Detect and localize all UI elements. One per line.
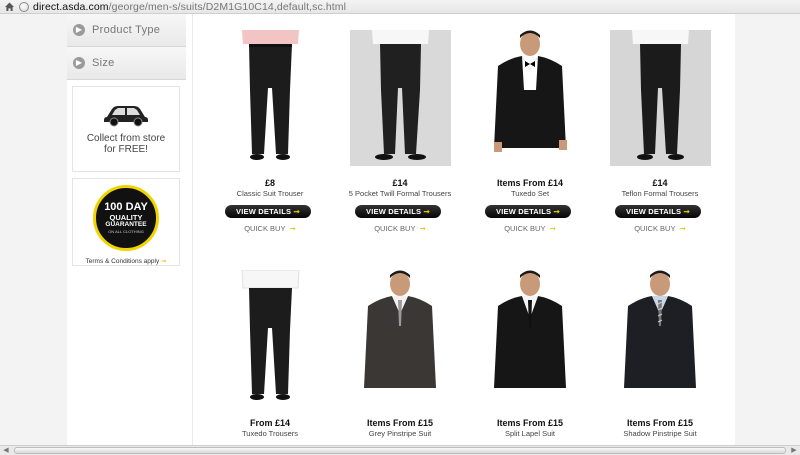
filter-label: Size <box>92 57 115 69</box>
quick-buy-link[interactable]: QUICK BUY ➞ <box>215 224 325 233</box>
product-image[interactable] <box>610 30 711 166</box>
quick-buy-label: QUICK BUY <box>634 224 676 233</box>
left-gutter <box>0 14 67 445</box>
quick-buy-label: QUICK BUY <box>374 224 416 233</box>
url-host: direct.asda.com <box>33 0 109 13</box>
arrow-right-icon: ➞ <box>293 207 300 216</box>
product-name[interactable]: Classic Suit Trouser <box>215 189 325 198</box>
url-path: /george/men-s/suits/D2M1G10C14,default,s… <box>108 0 347 13</box>
product-name[interactable]: Grey Pinstripe Suit <box>345 429 455 438</box>
product-price: Items From £14 <box>496 178 564 188</box>
product-price: From £14 <box>249 418 291 428</box>
arrow-right-icon: ➞ <box>289 224 296 233</box>
view-details-label: VIEW DETAILS <box>496 207 552 216</box>
arrow-right-icon: ➞ <box>683 207 690 216</box>
filter-product-type[interactable]: ▶ Product Type <box>67 14 186 47</box>
product-price: £14 <box>392 178 408 188</box>
product-image[interactable] <box>350 270 451 406</box>
product-name[interactable]: Split Lapel Suit <box>475 429 585 438</box>
address-bar[interactable]: direct.asda.com/george/men-s/suits/D2M1G… <box>0 0 800 14</box>
product-name[interactable]: Shadow Pinstripe Suit <box>605 429 715 438</box>
scrollbar-thumb[interactable] <box>14 447 786 454</box>
arrow-right-icon: ➞ <box>679 224 686 233</box>
view-details-label: VIEW DETAILS <box>366 207 422 216</box>
arrow-right-icon: ➞ <box>419 224 426 233</box>
arrow-right-icon: ▶ <box>73 57 85 69</box>
collect-from-store-banner[interactable]: Collect from store for FREE! <box>72 86 180 172</box>
home-icon[interactable] <box>3 1 15 13</box>
quick-buy-link[interactable]: QUICK BUY ➞ <box>475 224 585 233</box>
terms-link[interactable]: Terms & Conditions apply ➞ <box>86 257 167 265</box>
terms-text: Terms & Conditions apply <box>85 258 160 265</box>
view-details-label: VIEW DETAILS <box>626 207 682 216</box>
product-image[interactable] <box>610 270 711 406</box>
arrow-right-icon: ➞ <box>423 207 430 216</box>
url-text[interactable]: direct.asda.com/george/men-s/suits/D2M1G… <box>33 1 346 13</box>
quick-buy-label: QUICK BUY <box>504 224 546 233</box>
horizontal-scrollbar[interactable]: ◀ ▶ <box>0 445 800 455</box>
product-name[interactable]: 5 Pocket Twill Formal Trousers <box>345 189 455 198</box>
collect-line1: Collect from store <box>86 133 166 144</box>
right-gutter <box>735 14 800 445</box>
product-image[interactable] <box>480 30 581 166</box>
quick-buy-link[interactable]: QUICK BUY ➞ <box>605 224 715 233</box>
product-image[interactable] <box>220 270 321 406</box>
arrow-right-icon: ➞ <box>161 258 167 265</box>
arrow-right-icon: ➞ <box>553 207 560 216</box>
view-details-label: VIEW DETAILS <box>236 207 292 216</box>
car-icon <box>104 106 148 127</box>
page-content: ▶ Product Type ▶ Size Collect from store… <box>0 14 800 445</box>
scroll-left-icon[interactable]: ◀ <box>1 447 11 455</box>
product-name[interactable]: Tuxedo Trousers <box>215 429 325 438</box>
arrow-right-icon: ▶ <box>73 24 85 36</box>
badge-line1: 100 DAY <box>104 201 148 213</box>
product-name[interactable]: Tuxedo Set <box>475 189 585 198</box>
product-price: Items From £15 <box>626 418 694 428</box>
product-name[interactable]: Teflon Formal Trousers <box>605 189 715 198</box>
quick-buy-link[interactable]: QUICK BUY ➞ <box>345 224 455 233</box>
filter-label: Product Type <box>92 24 161 36</box>
view-details-button[interactable]: VIEW DETAILS ➞ <box>485 205 571 218</box>
product-image[interactable] <box>220 30 321 166</box>
product-image[interactable] <box>350 30 451 166</box>
scroll-right-icon[interactable]: ▶ <box>789 447 799 455</box>
product-price: £8 <box>264 178 275 188</box>
badge-line3: GUARANTEE <box>105 220 147 228</box>
badge-line4: ON ALL CLOTHING <box>108 229 144 234</box>
globe-icon <box>19 1 29 12</box>
product-image[interactable] <box>480 270 581 406</box>
product-price: £14 <box>652 178 668 188</box>
sidebar: ▶ Product Type ▶ Size Collect from store… <box>67 14 186 266</box>
view-details-button[interactable]: VIEW DETAILS ➞ <box>615 205 701 218</box>
arrow-right-icon: ➞ <box>549 224 556 233</box>
product-price: Items From £15 <box>366 418 434 428</box>
product-price: Items From £15 <box>496 418 564 428</box>
view-details-button[interactable]: VIEW DETAILS ➞ <box>355 205 441 218</box>
guarantee-banner[interactable]: 100 DAY QUALITY GUARANTEE ON ALL CLOTHIN… <box>72 178 180 266</box>
quick-buy-label: QUICK BUY <box>244 224 286 233</box>
column-divider <box>192 14 193 445</box>
view-details-button[interactable]: VIEW DETAILS ➞ <box>225 205 311 218</box>
collect-line2: for FREE! <box>104 144 148 155</box>
guarantee-badge: 100 DAY QUALITY GUARANTEE ON ALL CLOTHIN… <box>93 185 159 251</box>
filter-size[interactable]: ▶ Size <box>67 47 186 80</box>
